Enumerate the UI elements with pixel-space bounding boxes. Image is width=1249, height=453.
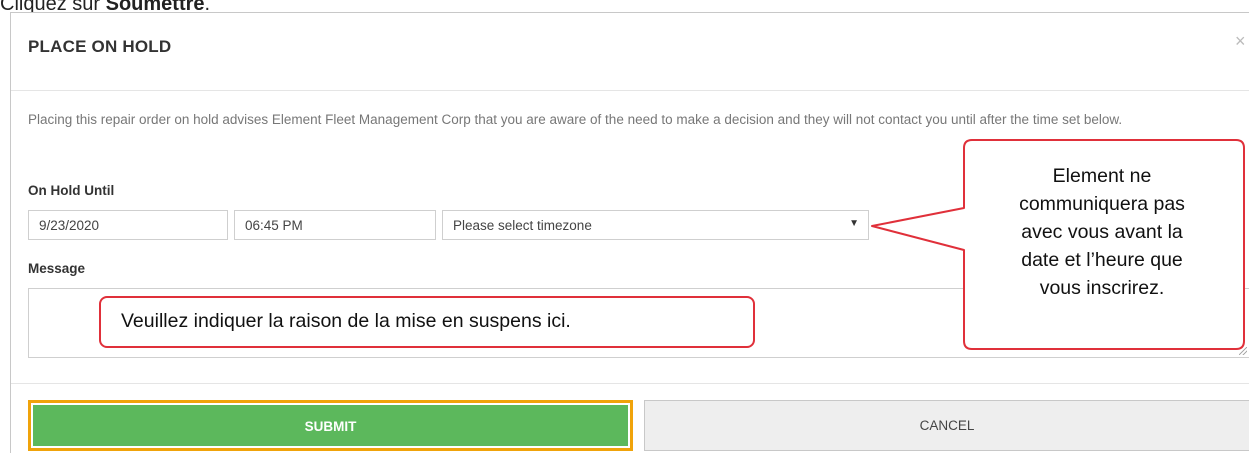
element-callout-text: Element ne communiquera pas avec vous av… [962,140,1242,349]
message-label: Message [28,261,86,276]
timezone-select[interactable]: Please select timezone ▼ [442,210,869,240]
on-hold-until-label: On Hold Until [28,183,115,198]
cancel-button[interactable]: CANCEL [644,400,1249,451]
header-divider [11,90,1249,91]
date-input[interactable]: 9/23/2020 [28,210,228,240]
callout-line: avec vous avant la [1021,221,1183,243]
dialog-title: PLACE ON HOLD [28,37,172,56]
reason-annotation: Veuillez indiquer la raison de la mise e… [99,296,755,348]
callout-line: date et l’heure que [1021,249,1183,271]
callout-line: vous inscrirez. [1039,277,1165,299]
chevron-down-icon: ▼ [849,218,859,229]
footer-divider [11,383,1249,384]
close-icon[interactable]: × [1235,32,1246,50]
submit-button[interactable]: SUBMIT [28,400,633,451]
dialog-description: Placing this repair order on hold advise… [28,112,1123,127]
callout-line: Element ne [1052,165,1152,187]
callout-line: communiquera pas [1019,193,1185,215]
time-input[interactable]: 06:45 PM [234,210,436,240]
